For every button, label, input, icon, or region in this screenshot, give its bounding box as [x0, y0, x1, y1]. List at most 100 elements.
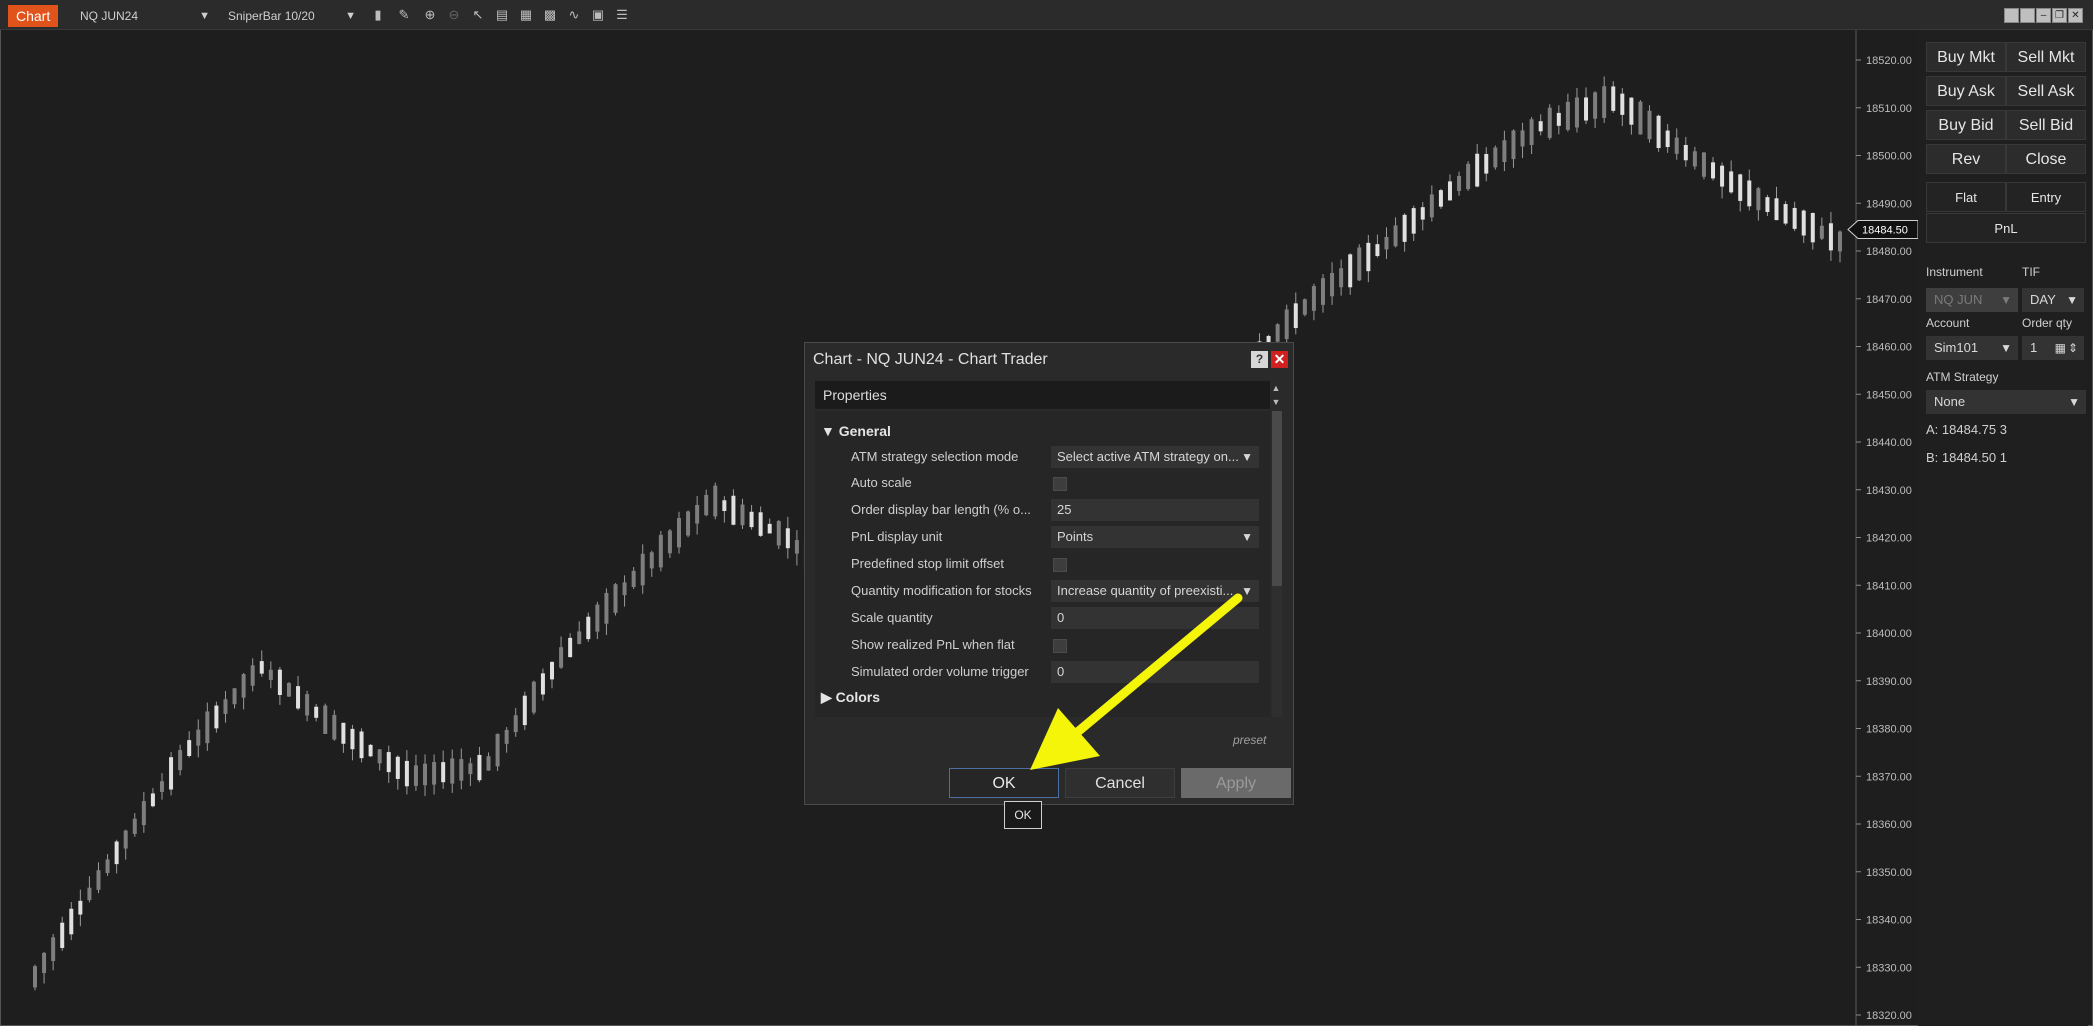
preset-label[interactable]: preset — [1233, 733, 1266, 747]
order-bar-length-input[interactable]: 25 — [1051, 499, 1259, 521]
candle-body — [1330, 272, 1335, 297]
link-icon[interactable] — [2004, 8, 2019, 23]
atm-strategy-label: ATM Strategy — [1926, 370, 1999, 384]
sell-ask-button[interactable]: Sell Ask — [2006, 76, 2086, 106]
strategies-icon[interactable]: ▩ — [542, 8, 558, 22]
scale-quantity-input[interactable]: 0 — [1051, 607, 1259, 629]
close-position-button[interactable]: Close — [2006, 144, 2086, 174]
candle-body — [1375, 244, 1380, 257]
candle-body — [1320, 278, 1325, 305]
candle-body — [477, 754, 482, 781]
restore-icon[interactable]: ❐ — [2052, 8, 2067, 23]
candle-body — [1611, 86, 1616, 111]
candle-body — [1429, 194, 1434, 218]
candle-body — [178, 750, 183, 771]
calculator-icon[interactable]: ▦ — [2055, 336, 2066, 360]
candle-body — [1720, 165, 1725, 187]
category-general-label: General — [838, 423, 891, 439]
row-label: Auto scale — [851, 475, 912, 490]
buy-mkt-button[interactable]: Buy Mkt — [1926, 42, 2006, 72]
reverse-button[interactable]: Rev — [1926, 144, 2006, 174]
candle-body — [395, 756, 400, 779]
row-label: PnL display unit — [851, 529, 943, 544]
candle-body — [441, 762, 446, 783]
account-select[interactable]: Sim101 ▼ — [1926, 336, 2018, 360]
minimize-icon[interactable]: – — [2036, 8, 2051, 23]
buy-bid-button[interactable]: Buy Bid — [1926, 110, 2006, 140]
pnl-display: PnL — [1926, 213, 2086, 243]
candle-body — [305, 694, 310, 716]
price-axis-tick-label: 18340.00 — [1866, 915, 1912, 927]
pnl-unit-value: Points — [1057, 529, 1094, 544]
stop-limit-offset-checkbox[interactable] — [1053, 558, 1067, 572]
candle-body — [1302, 299, 1307, 315]
candle-body — [667, 530, 672, 554]
quantity-modification-value: Increase quantity of preexisti... — [1057, 583, 1234, 598]
data-box-icon[interactable]: ▦ — [518, 8, 534, 22]
bar-type-selector[interactable]: SniperBar 10/20 ▼ — [228, 7, 356, 25]
bar-type-icon[interactable]: ▮ — [370, 8, 386, 22]
apply-button[interactable]: Apply — [1181, 768, 1291, 798]
zoom-out-icon[interactable]: ⊖ — [446, 8, 462, 22]
pointer-icon[interactable]: ↖ — [470, 8, 486, 22]
candle-body — [1810, 212, 1815, 243]
tif-select[interactable]: DAY ▼ — [2022, 288, 2084, 312]
category-general[interactable]: ▼ General — [821, 423, 891, 439]
tab-chart[interactable]: Chart — [8, 5, 59, 27]
candle-body — [314, 706, 319, 718]
properties-scrollbar-thumb[interactable] — [1272, 411, 1282, 586]
candle-body — [540, 673, 545, 695]
candle-body — [1620, 93, 1625, 115]
spinner-icon[interactable]: ⇕ — [2068, 336, 2078, 360]
buy-ask-button[interactable]: Buy Ask — [1926, 76, 2006, 106]
tif-select-value: DAY — [2030, 292, 2056, 307]
properties-scroll-icon[interactable]: ▲ ▼ — [1271, 381, 1281, 409]
sell-bid-button[interactable]: Sell Bid — [2006, 110, 2086, 140]
auto-scale-checkbox[interactable] — [1053, 477, 1067, 491]
help-icon[interactable]: ? — [1251, 351, 1268, 368]
quantity-modification-select[interactable]: Increase quantity of preexisti... ▼ — [1051, 580, 1259, 602]
candle-body — [33, 966, 37, 988]
candle-body — [1493, 147, 1498, 168]
close-icon[interactable]: ✕ — [1271, 351, 1288, 368]
category-colors[interactable]: ▶ Colors — [821, 689, 880, 706]
candle-body — [132, 818, 137, 834]
cancel-button[interactable]: Cancel — [1065, 768, 1175, 798]
ok-button[interactable]: OK — [949, 768, 1059, 798]
candle-body — [522, 695, 527, 726]
draw-icon[interactable]: ✎ — [396, 8, 412, 22]
realized-pnl-checkbox[interactable] — [1053, 639, 1067, 653]
pin-icon[interactable] — [2020, 8, 2035, 23]
sell-mkt-button[interactable]: Sell Mkt — [2006, 42, 2086, 72]
instrument-selector[interactable]: NQ JUN24 ▼ — [80, 7, 210, 25]
candle-body — [1584, 97, 1589, 121]
volume-trigger-input[interactable]: 0 — [1051, 661, 1259, 683]
candle-body — [1475, 153, 1480, 187]
candle-body — [1747, 180, 1752, 207]
chart-trader-icon[interactable]: ☰ — [614, 8, 630, 22]
candle-body — [1711, 162, 1716, 179]
templates-icon[interactable]: ▣ — [590, 8, 606, 22]
candle-body — [1447, 181, 1452, 201]
candle-body — [296, 686, 301, 709]
close-icon[interactable]: ✕ — [2068, 8, 2083, 23]
candle-body — [504, 729, 509, 744]
order-qty-stepper[interactable]: 1 ▦ ⇕ — [2022, 336, 2084, 360]
zoom-in-icon[interactable]: ⊕ — [422, 8, 438, 22]
candle-body — [423, 763, 428, 786]
atm-mode-select[interactable]: Select active ATM strategy on... ▼ — [1051, 446, 1259, 468]
candle-body — [459, 759, 464, 781]
properties-icon[interactable]: ▤ — [494, 8, 510, 22]
indicators-icon[interactable]: ∿ — [566, 8, 582, 22]
candle-body — [268, 669, 273, 680]
pnl-unit-select[interactable]: Points ▼ — [1051, 526, 1259, 548]
candle-body — [1792, 207, 1797, 229]
atm-strategy-select[interactable]: None ▼ — [1926, 390, 2086, 414]
candle-body — [51, 937, 56, 961]
candle-body — [1275, 324, 1280, 342]
candle-body — [767, 523, 772, 534]
chevron-down-icon: ▼ — [1239, 446, 1253, 468]
candle-body — [686, 511, 691, 536]
candle-body — [486, 756, 491, 771]
candle-body — [577, 631, 582, 644]
